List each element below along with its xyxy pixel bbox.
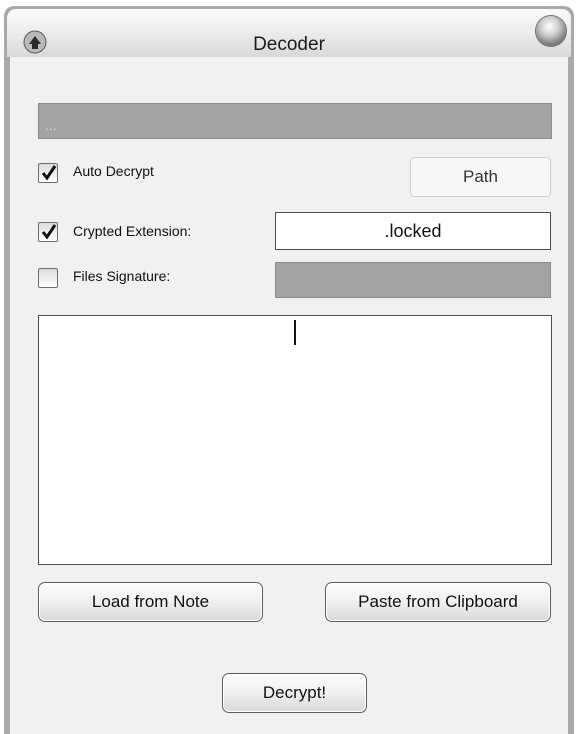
decoder-window: Decoder ... Auto Decrypt Path Crypted Ex… <box>0 0 580 734</box>
crypted-extension-checkbox[interactable] <box>38 222 58 242</box>
close-orb-icon[interactable] <box>536 16 566 46</box>
text-caret <box>294 320 296 345</box>
decrypt-button[interactable]: Decrypt! <box>222 673 367 713</box>
auto-decrypt-label: Auto Decrypt <box>73 163 154 179</box>
auto-decrypt-checkbox[interactable] <box>38 163 58 183</box>
checkmark-icon <box>41 224 57 240</box>
paste-from-clipboard-button[interactable]: Paste from Clipboard <box>325 582 551 622</box>
note-textarea[interactable] <box>38 315 552 565</box>
files-signature-checkbox[interactable] <box>38 268 58 288</box>
title-bar[interactable]: Decoder <box>7 9 571 57</box>
path-button[interactable]: Path <box>410 157 551 197</box>
files-signature-input <box>275 262 551 298</box>
window-title: Decoder <box>253 34 325 55</box>
crypted-extension-label: Crypted Extension: <box>73 223 192 239</box>
checkmark-icon <box>41 165 57 181</box>
load-from-note-button[interactable]: Load from Note <box>38 582 263 622</box>
path-display-field: ... <box>38 103 552 139</box>
files-signature-label: Files Signature: <box>73 268 171 284</box>
crypted-extension-input[interactable]: .locked <box>275 212 551 250</box>
